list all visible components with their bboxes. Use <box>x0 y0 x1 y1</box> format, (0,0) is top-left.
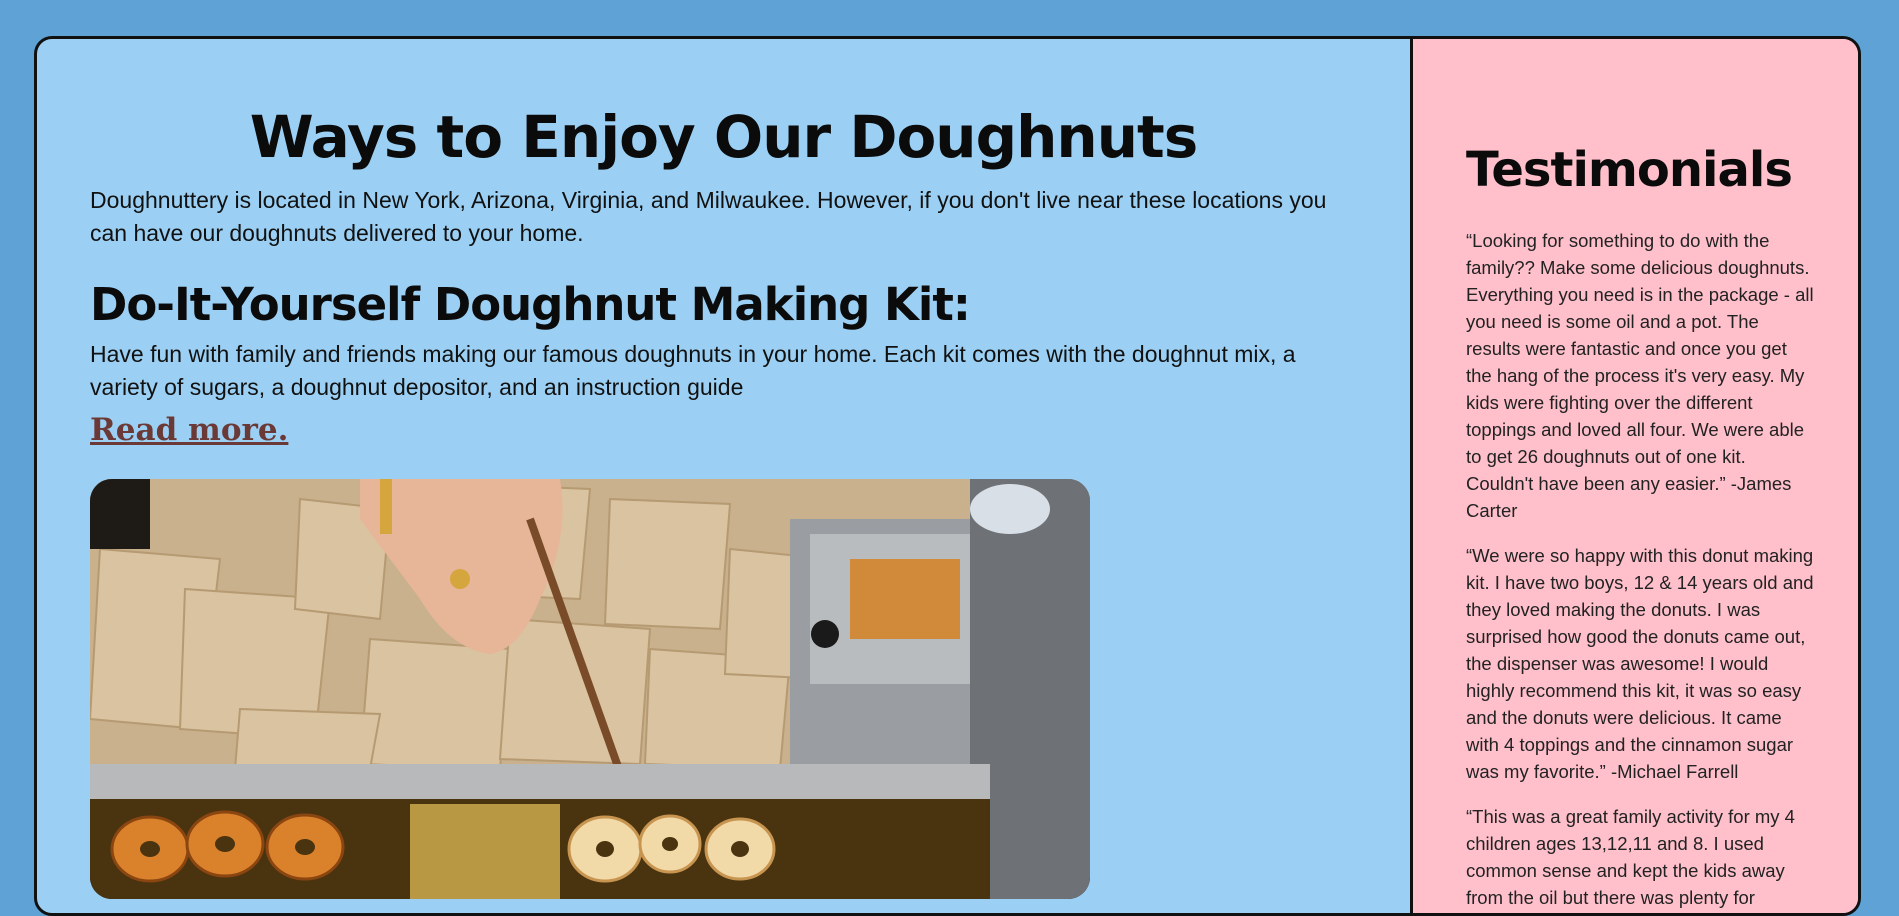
testimonials-sidebar: Testimonials “Looking for something to d… <box>1410 39 1858 913</box>
kit-heading: Do-It-Yourself Doughnut Making Kit: <box>90 277 971 331</box>
testimonial-item: “Looking for something to do with the fa… <box>1466 229 1814 521</box>
testimonials-list: “Looking for something to do with the fa… <box>1466 227 1814 911</box>
intro-paragraph: Doughnuttery is located in New York, Ari… <box>90 186 1327 246</box>
page-title: Ways to Enjoy Our Doughnuts <box>249 103 1199 171</box>
testimonials-heading: Testimonials <box>1466 142 1793 198</box>
read-more-link[interactable]: Read more. <box>90 412 288 448</box>
main-content: Ways to Enjoy Our Doughnuts Doughnuttery… <box>37 39 1410 913</box>
doughnut-frying-photo <box>90 479 1090 899</box>
page-frame: Ways to Enjoy Our Doughnuts Doughnuttery… <box>34 36 1861 916</box>
kit-description: Have fun with family and friends making … <box>90 341 1296 401</box>
photo-illustration <box>90 479 1090 899</box>
testimonial-item: “We were so happy with this donut making… <box>1466 544 1814 782</box>
testimonial-item: “This was a great family activity for my… <box>1466 805 1795 908</box>
